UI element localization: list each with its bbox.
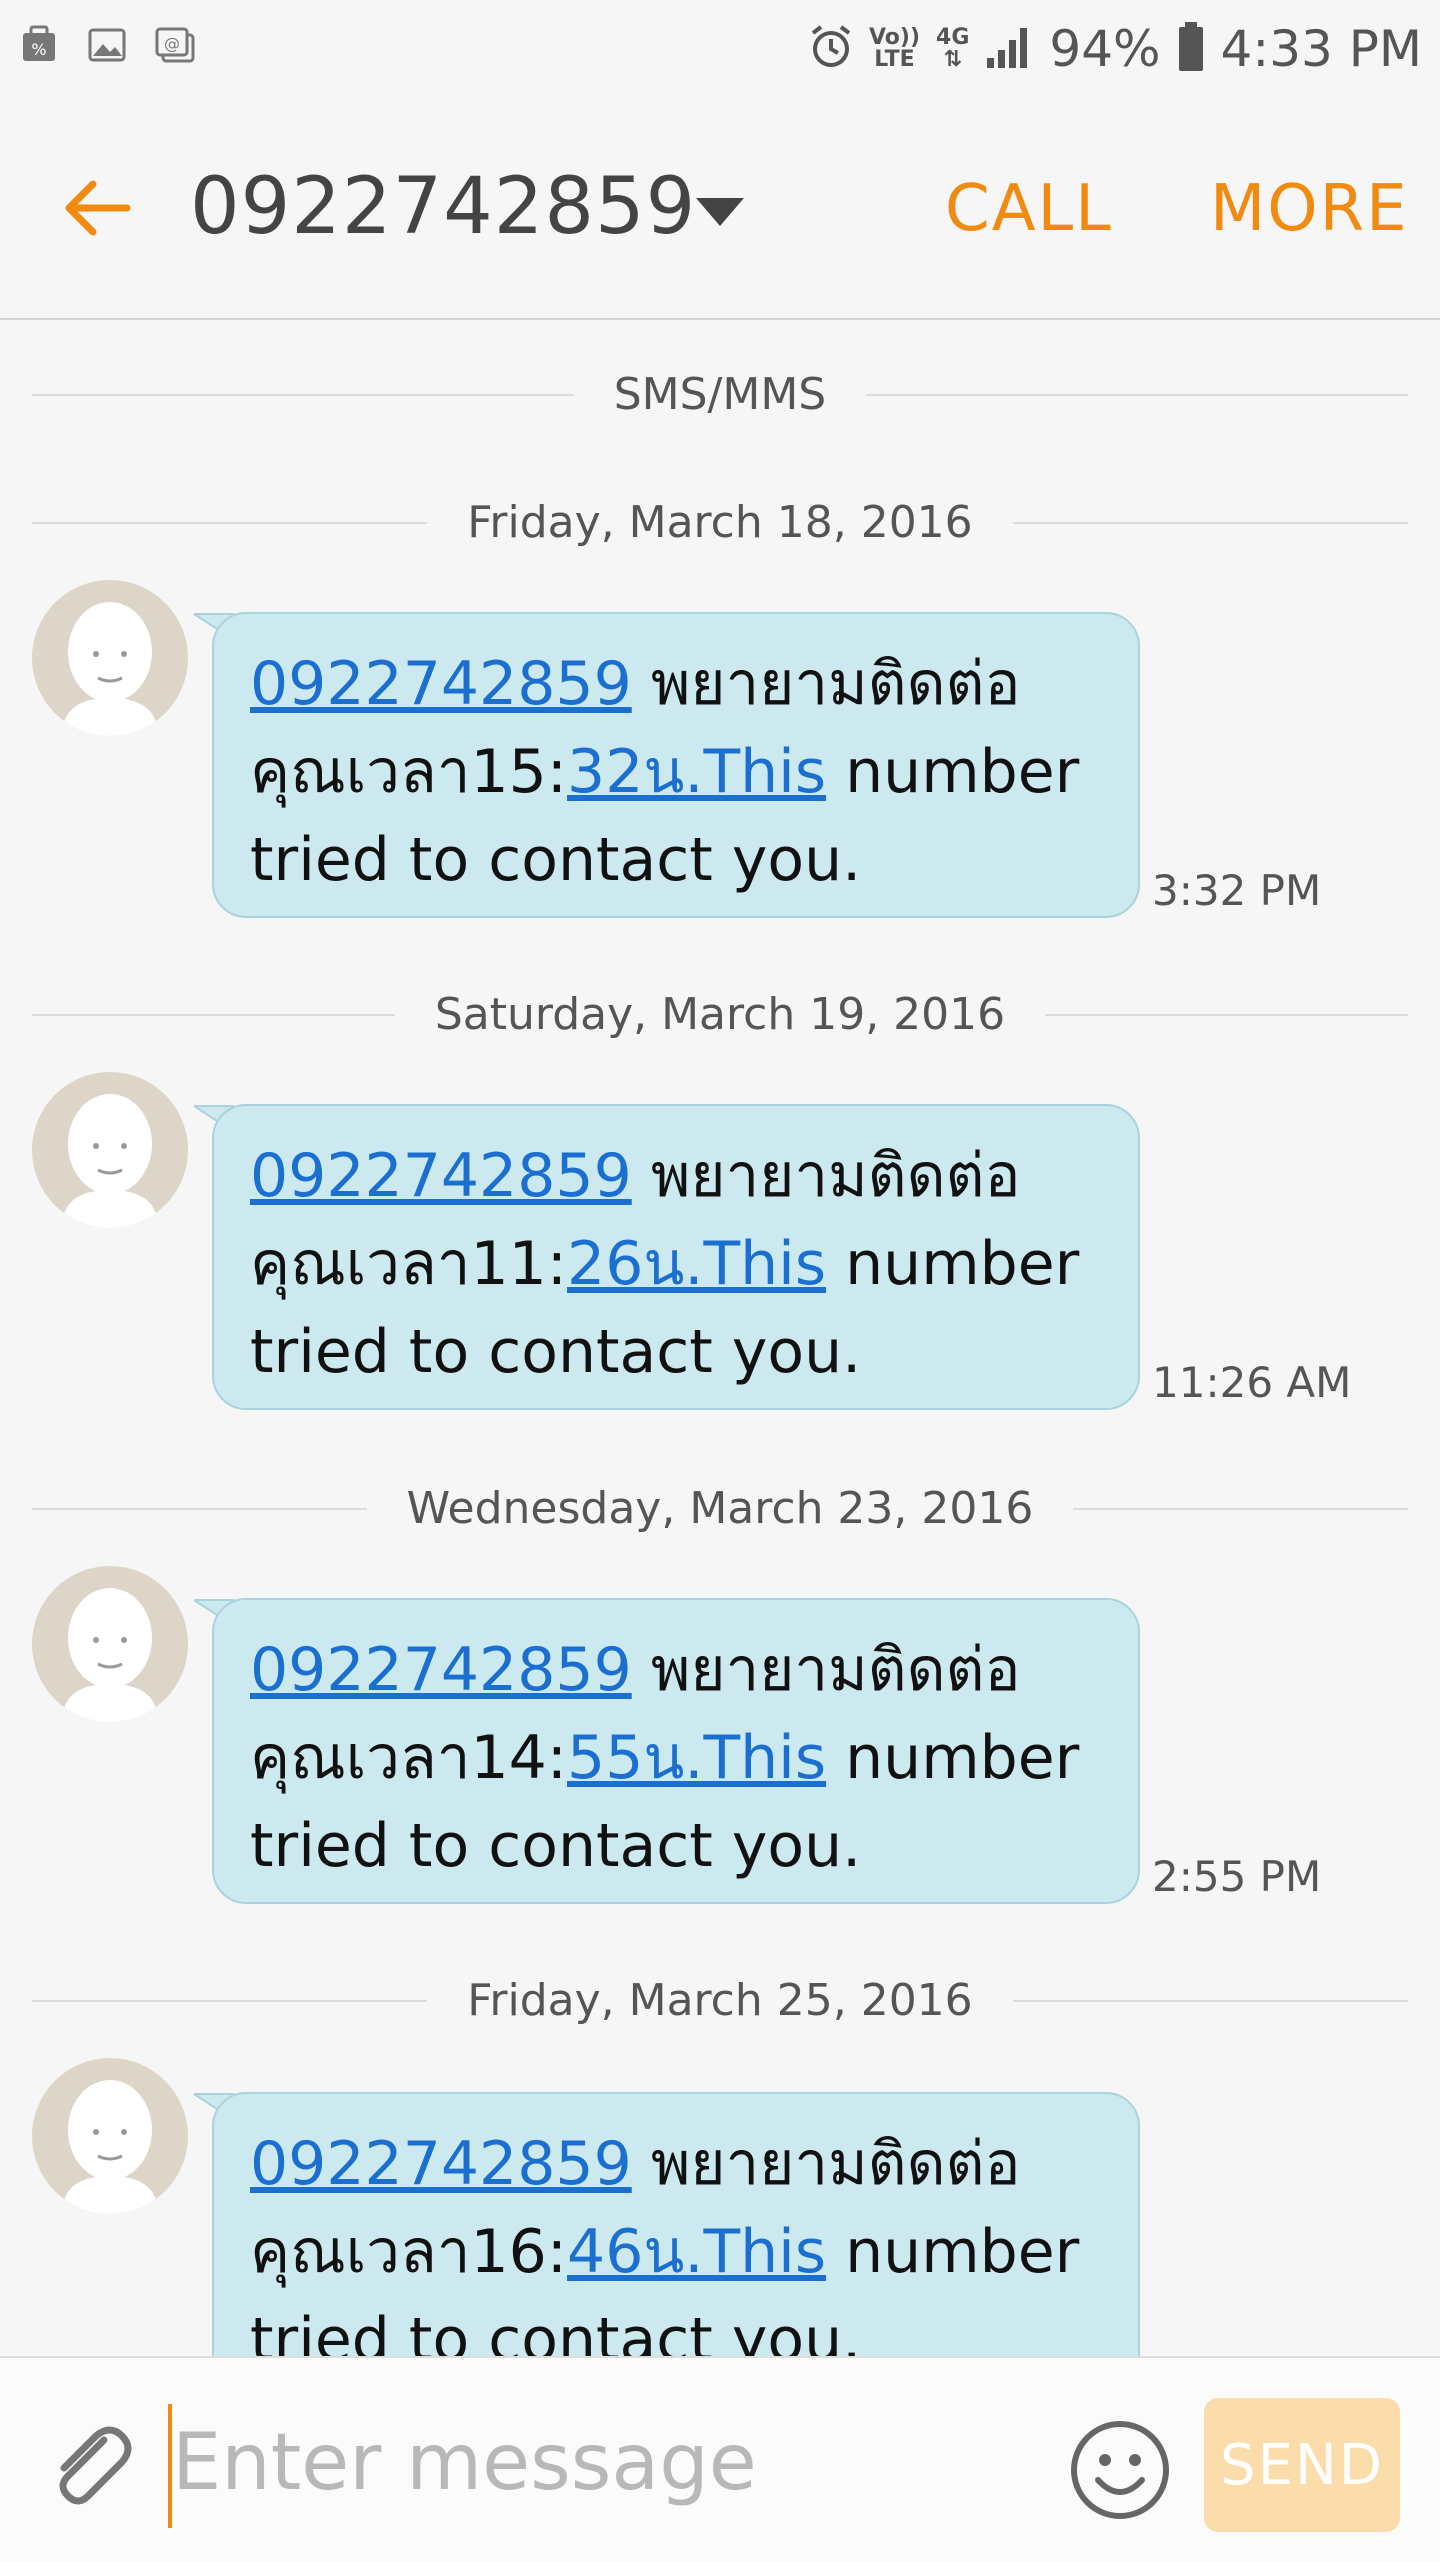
message-time: 3:32 PM xyxy=(1152,866,1322,915)
signal-icon xyxy=(985,24,1033,74)
avatar[interactable] xyxy=(32,2058,188,2214)
phone-link[interactable]: 0922742859 xyxy=(250,2129,632,2199)
date-label: Friday, March 18, 2016 xyxy=(427,496,1013,548)
svg-text:%: % xyxy=(31,40,46,59)
message-feed[interactable]: SMS/MMS Friday, March 18, 2016 092274285… xyxy=(0,320,1440,2356)
email-icon: @ xyxy=(152,22,198,68)
paperclip-icon xyxy=(59,2426,132,2505)
notification-icons: % @ xyxy=(16,22,198,68)
message-link[interactable]: 32น.This xyxy=(567,737,826,807)
date-divider: Friday, March 25, 2016 xyxy=(32,1970,1408,2030)
avatar[interactable] xyxy=(32,580,188,736)
date-divider: Friday, March 18, 2016 xyxy=(32,492,1408,552)
clock: 4:33 PM xyxy=(1220,20,1422,78)
message-time: 2:55 PM xyxy=(1152,1852,1322,1901)
network-indicator: 4G ⇅ xyxy=(936,25,970,72)
message-bubble[interactable]: 0922742859 พยายามติดต่อ คุณเวลา14:55น.Th… xyxy=(212,1598,1140,1904)
channel-label: SMS/MMS xyxy=(573,368,867,420)
message-bubble[interactable]: 0922742859 พยายามติดต่อ คุณเวลา11:26น.Th… xyxy=(212,1104,1140,1410)
message-time: 11:26 AM xyxy=(1152,1358,1352,1407)
phone-link[interactable]: 0922742859 xyxy=(250,649,632,719)
avatar[interactable] xyxy=(32,1566,188,1722)
avatar[interactable] xyxy=(32,1072,188,1228)
send-button[interactable]: SEND xyxy=(1204,2398,1400,2532)
smiley-icon xyxy=(1071,2421,1169,2519)
message-input[interactable] xyxy=(172,2398,1032,2528)
conversation-header: 0922742859 CALL MORE xyxy=(0,100,1440,320)
contact-title[interactable]: 0922742859 xyxy=(190,162,696,252)
phone-link[interactable]: 0922742859 xyxy=(250,1635,632,1705)
date-label: Saturday, March 19, 2016 xyxy=(394,988,1046,1040)
phone-link[interactable]: 0922742859 xyxy=(250,1141,632,1211)
more-button[interactable]: MORE xyxy=(1210,172,1409,246)
call-button[interactable]: CALL xyxy=(945,172,1113,246)
battery-percent: 94% xyxy=(1049,20,1161,78)
channel-divider: SMS/MMS xyxy=(32,364,1408,424)
sale-tag-icon: % xyxy=(16,22,62,68)
message-link[interactable]: 55น.This xyxy=(567,1723,826,1793)
gallery-icon xyxy=(84,22,130,68)
battery-icon xyxy=(1177,22,1205,76)
system-status: Vo)) LTE 4G ⇅ 94% 4:33 PM xyxy=(809,14,1422,84)
message-link[interactable]: 26น.This xyxy=(567,1229,826,1299)
svg-text:@: @ xyxy=(164,34,180,53)
attach-button[interactable] xyxy=(42,2418,138,2514)
message-link[interactable]: 46น.This xyxy=(567,2217,826,2287)
message-bubble[interactable]: 0922742859 พยายามติดต่อ คุณเวลา15:32น.Th… xyxy=(212,612,1140,918)
volte-indicator: Vo)) LTE xyxy=(868,25,921,72)
dropdown-arrow-icon[interactable] xyxy=(690,188,750,238)
arrow-left-icon xyxy=(65,180,131,236)
emoji-button[interactable] xyxy=(1068,2418,1172,2522)
message-composer: SEND xyxy=(0,2356,1440,2562)
date-label: Wednesday, March 23, 2016 xyxy=(366,1482,1074,1534)
status-bar: % @ Vo)) LTE 4G ⇅ 94% 4:33 PM xyxy=(0,0,1440,100)
date-label: Friday, March 25, 2016 xyxy=(427,1974,1013,2026)
message-bubble[interactable]: 0922742859 พยายามติดต่อ คุณเวลา16:46น.Th… xyxy=(212,2092,1140,2356)
date-divider: Wednesday, March 23, 2016 xyxy=(32,1478,1408,1538)
date-divider: Saturday, March 19, 2016 xyxy=(32,984,1408,1044)
back-button[interactable] xyxy=(56,168,136,248)
alarm-icon xyxy=(809,23,853,75)
